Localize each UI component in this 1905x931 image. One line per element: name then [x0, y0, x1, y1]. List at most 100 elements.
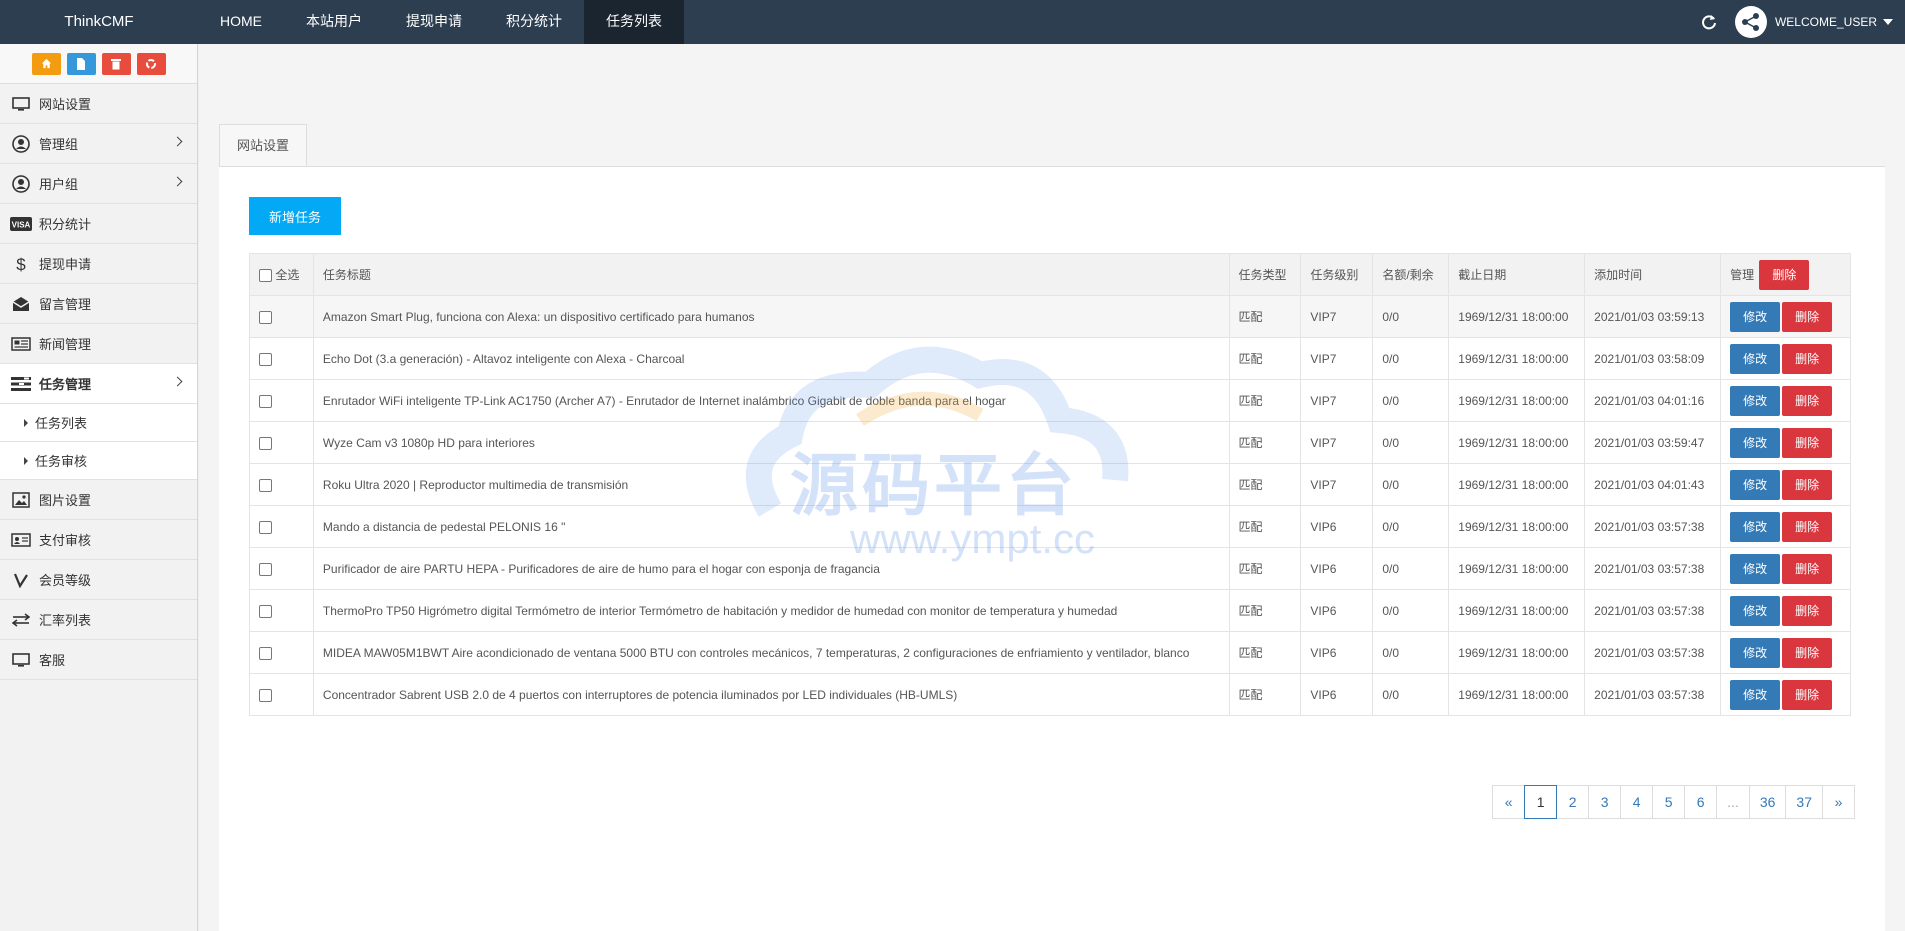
row-checkbox[interactable] [259, 310, 272, 324]
trash-icon[interactable] [101, 52, 131, 75]
sidebar: 网站设置 管理组 用户组 VISA 积分统计 $ 提现申请 留言管理 新闻管理 … [0, 44, 198, 931]
edit-button[interactable]: 修改 [1730, 511, 1781, 542]
task-deadline: 1969/12/31 18:00:00 [1448, 589, 1586, 632]
page-36[interactable]: 36 [1748, 785, 1787, 819]
delete-button[interactable]: 删除 [1782, 343, 1833, 374]
task-level: VIP6 [1300, 631, 1374, 674]
row-checkbox[interactable] [259, 646, 272, 660]
exchange-icon [10, 611, 32, 629]
delete-button[interactable]: 删除 [1782, 511, 1833, 542]
task-added: 2021/01/03 04:01:16 [1584, 379, 1722, 422]
edit-button[interactable]: 修改 [1730, 427, 1781, 458]
task-title: Mando a distancia de pedestal PELONIS 16… [312, 505, 1230, 548]
caret-right-icon [24, 456, 28, 465]
sidebar-item-customer-service[interactable]: 客服 [0, 640, 197, 680]
edit-button[interactable]: 修改 [1730, 637, 1781, 668]
delete-button[interactable]: 删除 [1782, 427, 1833, 458]
page-prev[interactable]: « [1492, 785, 1526, 819]
user-area: WELCOME_USER [1689, 0, 1905, 44]
tab-site-settings[interactable]: 网站设置 [219, 124, 307, 166]
page-2[interactable]: 2 [1556, 785, 1590, 819]
sidebar-item-payment-review[interactable]: 支付审核 [0, 520, 197, 560]
sidebar-subitem-task-list[interactable]: 任务列表 [0, 404, 197, 442]
delete-button[interactable]: 删除 [1782, 385, 1833, 416]
sidebar-item-news[interactable]: 新闻管理 [0, 324, 197, 364]
task-level: VIP7 [1300, 379, 1374, 422]
edit-button[interactable]: 修改 [1730, 301, 1781, 332]
row-checkbox[interactable] [259, 604, 272, 618]
recycle-icon[interactable] [136, 52, 166, 75]
task-deadline: 1969/12/31 18:00:00 [1448, 505, 1586, 548]
sidebar-item-points[interactable]: VISA 积分统计 [0, 204, 197, 244]
bulk-delete-button[interactable]: 删除 [1759, 259, 1810, 290]
task-type: 匹配 [1228, 673, 1302, 716]
sidebar-item-messages[interactable]: 留言管理 [0, 284, 197, 324]
sidebar-item-image-settings[interactable]: 图片设置 [0, 480, 197, 520]
welcome-user[interactable]: WELCOME_USER [1775, 15, 1877, 29]
task-title: Enrutador WiFi inteligente TP-Link AC175… [312, 379, 1230, 422]
task-type: 匹配 [1228, 379, 1302, 422]
row-checkbox[interactable] [259, 436, 272, 450]
edit-button[interactable]: 修改 [1730, 385, 1781, 416]
file-icon[interactable] [66, 52, 96, 75]
page-1[interactable]: 1 [1524, 785, 1558, 819]
page-4[interactable]: 4 [1620, 785, 1654, 819]
caret-down-icon[interactable] [1883, 19, 1893, 25]
delete-button[interactable]: 删除 [1782, 595, 1833, 626]
topnav-home[interactable]: HOME [198, 0, 284, 44]
task-quota: 0/0 [1372, 547, 1450, 590]
delete-button[interactable]: 删除 [1782, 553, 1833, 584]
brand-logo[interactable]: ThinkCMF [0, 0, 198, 44]
row-checkbox[interactable] [259, 688, 272, 702]
sidebar-item-user-group[interactable]: 用户组 [0, 164, 197, 204]
sidebar-item-withdrawals[interactable]: $ 提现申请 [0, 244, 197, 284]
sidebar-item-exchange-rates[interactable]: 汇率列表 [0, 600, 197, 640]
task-title: Wyze Cam v3 1080p HD para interiores [312, 421, 1230, 464]
refresh-icon[interactable] [1689, 0, 1729, 44]
add-task-button[interactable]: 新增任务 [249, 197, 341, 235]
topnav-site-users[interactable]: 本站用户 [284, 0, 384, 44]
avatar[interactable] [1734, 6, 1767, 38]
task-title: Concentrador Sabrent USB 2.0 de 4 puerto… [312, 673, 1230, 716]
page-6[interactable]: 6 [1684, 785, 1718, 819]
edit-button[interactable]: 修改 [1730, 343, 1781, 374]
page-3[interactable]: 3 [1588, 785, 1622, 819]
header-select-all[interactable]: 全选 [249, 253, 314, 296]
page-next[interactable]: » [1822, 785, 1855, 819]
row-checkbox[interactable] [259, 562, 272, 576]
dollar-icon: $ [10, 255, 32, 273]
task-type: 匹配 [1228, 589, 1302, 632]
task-type: 匹配 [1228, 421, 1302, 464]
sidebar-subitem-task-review[interactable]: 任务审核 [0, 442, 197, 480]
topnav-points[interactable]: 积分统计 [484, 0, 584, 44]
select-all-checkbox[interactable] [259, 269, 272, 283]
row-checkbox[interactable] [259, 478, 272, 492]
row-checkbox[interactable] [259, 394, 272, 408]
sidebar-item-task-management[interactable]: 任务管理 [0, 364, 197, 404]
sidebar-item-admin-group[interactable]: 管理组 [0, 124, 197, 164]
edit-button[interactable]: 修改 [1730, 553, 1781, 584]
edit-button[interactable]: 修改 [1730, 595, 1781, 626]
delete-button[interactable]: 删除 [1782, 637, 1833, 668]
task-level: VIP6 [1300, 673, 1374, 716]
task-added: 2021/01/03 03:59:47 [1584, 421, 1722, 464]
task-table-body: Amazon Smart Plug, funciona con Alexa: u… [249, 295, 1851, 716]
edit-button[interactable]: 修改 [1730, 469, 1781, 500]
topnav-task-list[interactable]: 任务列表 [584, 0, 684, 44]
home-icon[interactable] [31, 52, 61, 75]
table-row: Enrutador WiFi inteligente TP-Link AC175… [249, 379, 1851, 422]
sidebar-item-site-settings[interactable]: 网站设置 [0, 84, 197, 124]
row-checkbox[interactable] [259, 352, 272, 366]
page-5[interactable]: 5 [1652, 785, 1686, 819]
user-circle-icon [10, 134, 32, 153]
task-added: 2021/01/03 03:57:38 [1584, 631, 1722, 674]
edit-button[interactable]: 修改 [1730, 679, 1781, 710]
page-37[interactable]: 37 [1785, 785, 1823, 819]
sidebar-item-member-levels[interactable]: 会员等级 [0, 560, 197, 600]
delete-button[interactable]: 删除 [1782, 469, 1833, 500]
delete-button[interactable]: 删除 [1782, 301, 1833, 332]
delete-button[interactable]: 删除 [1782, 679, 1833, 710]
topnav-withdrawals[interactable]: 提现申请 [384, 0, 484, 44]
task-type: 匹配 [1228, 463, 1302, 506]
row-checkbox[interactable] [259, 520, 272, 534]
